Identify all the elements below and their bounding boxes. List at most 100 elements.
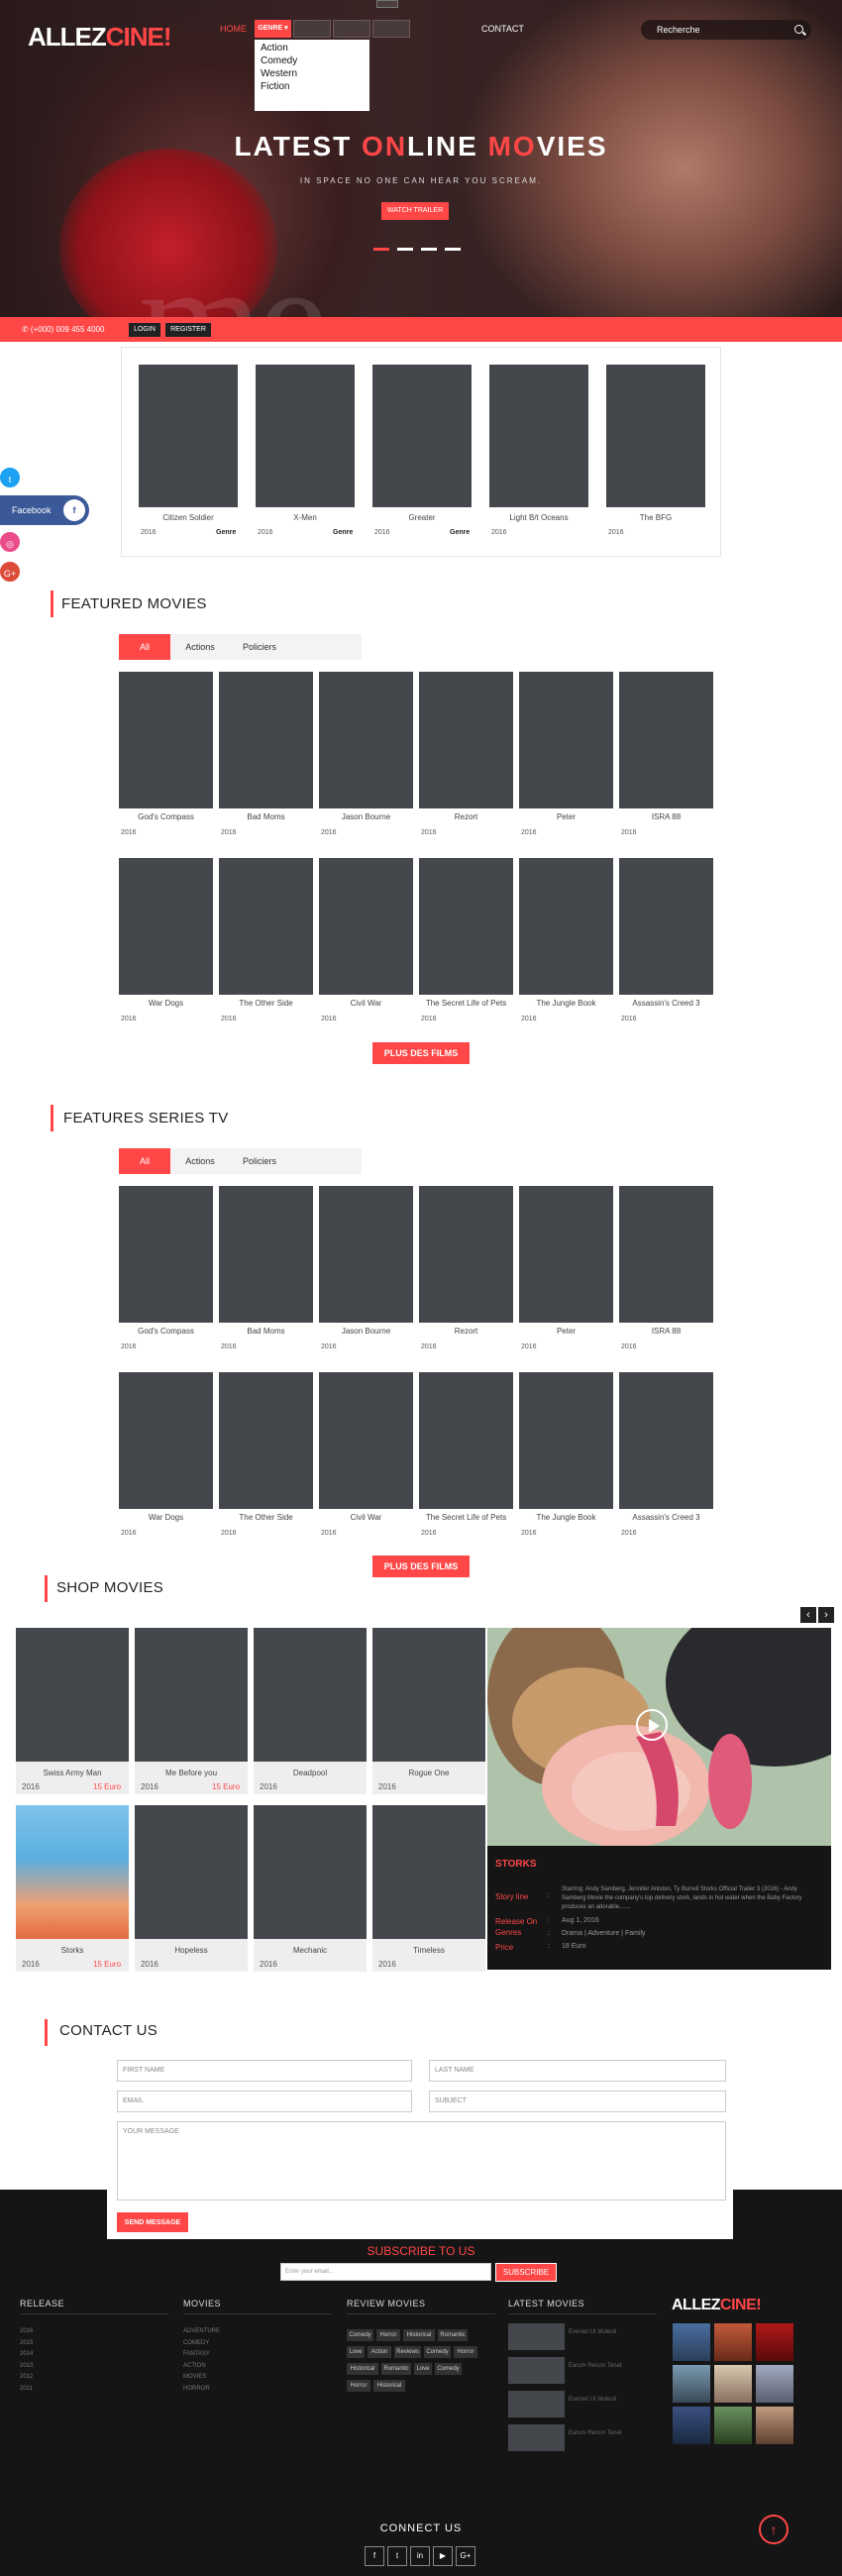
message-field[interactable]: YOUR MESSAGE xyxy=(117,2121,726,2200)
movie-poster[interactable] xyxy=(139,365,238,507)
latest-movie-title[interactable]: Earum Rerum Tenet xyxy=(569,2430,622,2436)
movie-poster[interactable] xyxy=(219,858,313,995)
footer-poster[interactable] xyxy=(673,2365,710,2403)
movie-poster[interactable] xyxy=(489,365,588,507)
shop-movie-title[interactable]: Swiss Army Man xyxy=(16,1769,129,1777)
movie-poster[interactable] xyxy=(606,365,705,507)
movie-title[interactable]: God's Compass xyxy=(119,1327,213,1336)
movie-poster[interactable] xyxy=(519,672,613,808)
review-tag[interactable]: Love xyxy=(347,2346,365,2358)
shop-poster[interactable] xyxy=(372,1628,485,1762)
movie-poster[interactable] xyxy=(219,672,313,808)
nav-item-blank-2[interactable] xyxy=(333,20,370,38)
subscribe-email-input[interactable]: Enter your email... xyxy=(280,2263,491,2281)
more-series-button[interactable]: PLUS DES FILMS xyxy=(372,1556,470,1577)
shop-movie-title[interactable]: Hopeless xyxy=(135,1946,248,1955)
play-icon[interactable] xyxy=(636,1709,668,1741)
movie-poster[interactable] xyxy=(419,858,513,995)
movie-poster[interactable] xyxy=(319,858,413,995)
release-year-link[interactable]: 2011 xyxy=(20,2384,33,2396)
movie-title[interactable]: The Jungle Book xyxy=(519,1513,613,1522)
shop-movie-title[interactable]: Deadpool xyxy=(254,1769,367,1777)
latest-movie-title[interactable]: Eveniet Ut Molesti xyxy=(569,2329,616,2335)
footer-poster[interactable] xyxy=(673,2407,710,2444)
movie-title[interactable]: War Dogs xyxy=(119,1513,213,1522)
review-tag[interactable]: Horror xyxy=(376,2329,400,2341)
last-name-field[interactable]: LAST NAME xyxy=(429,2060,726,2082)
movie-category-link[interactable]: COMEDY xyxy=(183,2338,220,2350)
search-input[interactable]: Recherche xyxy=(641,20,811,40)
review-tag[interactable]: Comedy xyxy=(435,2363,462,2375)
movie-poster[interactable] xyxy=(119,1372,213,1509)
shop-movie-title[interactable]: Rogue One xyxy=(372,1769,485,1777)
facebook-share-bar[interactable]: Facebook f xyxy=(0,495,89,525)
slider-dot-active[interactable] xyxy=(373,248,389,251)
first-name-field[interactable]: FIRST NAME xyxy=(117,2060,412,2082)
latest-movie-title[interactable]: Earum Rerum Tenet xyxy=(569,2363,622,2369)
twitter-icon[interactable]: t xyxy=(387,2546,407,2566)
movie-title[interactable]: The Jungle Book xyxy=(519,999,613,1008)
shop-movie-title[interactable]: Storks xyxy=(16,1946,129,1955)
review-tag[interactable]: Romantic xyxy=(381,2363,411,2375)
movie-title[interactable]: Citizen Soldier xyxy=(139,513,238,522)
review-tag[interactable]: Reviews xyxy=(394,2346,421,2358)
movie-title[interactable]: Bad Moms xyxy=(219,1327,313,1336)
release-year-link[interactable]: 2014 xyxy=(20,2349,33,2361)
tab-actions[interactable]: Actions xyxy=(170,634,230,660)
more-movies-button[interactable]: PLUS DES FILMS xyxy=(372,1042,470,1064)
movie-title[interactable]: Rezort xyxy=(419,1327,513,1336)
shop-poster[interactable] xyxy=(135,1628,248,1762)
linkedin-icon[interactable]: in xyxy=(410,2546,430,2566)
movie-poster[interactable] xyxy=(519,858,613,995)
movie-title[interactable]: Assassin's Creed 3 xyxy=(619,999,713,1008)
movie-category-link[interactable]: ADVENTURE xyxy=(183,2326,220,2338)
nav-item-blank-3[interactable] xyxy=(372,20,410,38)
movie-title[interactable]: The Secret Life of Pets xyxy=(419,1513,513,1522)
review-tag[interactable]: Love xyxy=(414,2363,432,2375)
footer-poster[interactable] xyxy=(756,2407,793,2444)
tab-all[interactable]: All xyxy=(119,634,170,660)
movie-title[interactable]: Light B/t Oceans xyxy=(489,513,588,522)
latest-movie-thumb[interactable] xyxy=(508,2424,565,2451)
movie-title[interactable]: ISRA 88 xyxy=(619,1327,713,1336)
watch-trailer-button[interactable]: WATCH TRAILER xyxy=(381,202,449,220)
youtube-icon[interactable]: ▶ xyxy=(433,2546,453,2566)
review-tag[interactable]: Horror xyxy=(454,2346,477,2358)
search-icon[interactable] xyxy=(794,25,803,34)
nav-genre-dropdown[interactable]: GENRE ▾ xyxy=(255,20,291,38)
movie-poster[interactable] xyxy=(372,365,472,507)
genre-option[interactable]: Western xyxy=(261,67,364,80)
movie-category-link[interactable]: HORROR xyxy=(183,2384,220,2396)
shop-poster[interactable] xyxy=(254,1628,367,1762)
register-button[interactable]: REGISTER xyxy=(165,323,211,337)
movie-title[interactable]: War Dogs xyxy=(119,999,213,1008)
nav-item-blank-1[interactable] xyxy=(293,20,331,38)
release-year-link[interactable]: 2013 xyxy=(20,2361,33,2373)
movie-title[interactable]: Peter xyxy=(519,1327,613,1336)
footer-poster[interactable] xyxy=(756,2323,793,2361)
google-plus-icon[interactable]: G+ xyxy=(456,2546,475,2566)
movie-title[interactable]: Rezort xyxy=(419,812,513,821)
google-plus-icon[interactable]: G+ xyxy=(0,560,22,584)
movie-poster[interactable] xyxy=(219,1372,313,1509)
movie-title[interactable]: X-Men xyxy=(256,513,355,522)
genre-option[interactable]: Comedy xyxy=(261,54,364,67)
site-logo[interactable]: ALLEZCINE! xyxy=(28,22,172,53)
shop-movie-title[interactable]: Mechanic xyxy=(254,1946,367,1955)
genre-option[interactable]: Action xyxy=(261,42,364,54)
release-year-link[interactable]: 2016 xyxy=(20,2326,33,2338)
movie-poster[interactable] xyxy=(619,858,713,995)
slider-dot[interactable] xyxy=(445,248,461,251)
movie-poster[interactable] xyxy=(119,672,213,808)
review-tag[interactable]: Romantic xyxy=(438,2329,468,2341)
subscribe-button[interactable]: SUBSCRIBE xyxy=(495,2263,557,2282)
movie-category-link[interactable]: ACTION xyxy=(183,2361,220,2373)
shop-movie-title[interactable]: Me Before you xyxy=(135,1769,248,1777)
movie-title[interactable]: Bad Moms xyxy=(219,812,313,821)
footer-poster[interactable] xyxy=(756,2365,793,2403)
twitter-icon[interactable]: t xyxy=(0,466,22,489)
movie-poster[interactable] xyxy=(119,1186,213,1323)
send-message-button[interactable]: SEND MESSAGE xyxy=(117,2212,188,2232)
footer-poster[interactable] xyxy=(673,2323,710,2361)
dribbble-icon[interactable]: ◎ xyxy=(0,530,22,554)
